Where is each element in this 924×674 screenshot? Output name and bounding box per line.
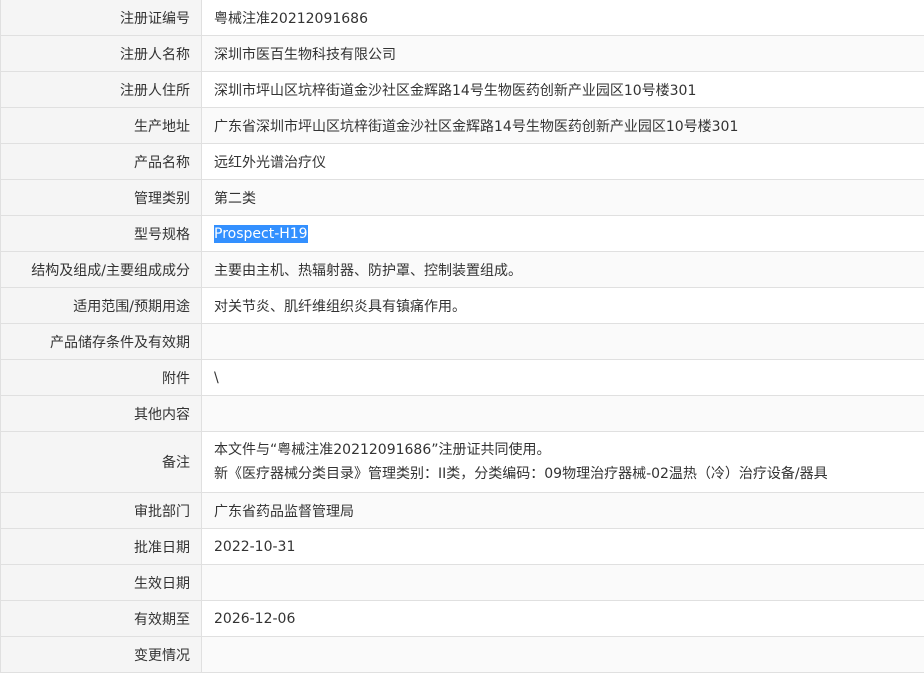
field-label: 注册人名称 <box>0 35 202 72</box>
table-row: 审批部门 广东省药品监督管理局 <box>0 492 924 529</box>
field-label: 适用范围/预期用途 <box>0 287 202 324</box>
field-value: 第二类 <box>201 179 924 216</box>
registration-details-table: 注册证编号 粤械注准20212091686 注册人名称 深圳市医百生物科技有限公司 注册… <box>0 0 924 673</box>
field-label: 生效日期 <box>0 564 202 601</box>
field-label: 附件 <box>0 359 202 396</box>
field-value: 广东省深圳市坪山区坑梓街道金沙社区金辉路14号生物医药创新产业园区10号楼301 <box>201 107 924 144</box>
field-value: \ <box>201 359 924 396</box>
field-label: 注册人住所 <box>0 71 202 108</box>
field-label: 管理类别 <box>0 179 202 216</box>
field-value: 2026-12-06 <box>201 600 924 637</box>
field-label: 产品储存条件及有效期 <box>0 323 202 360</box>
field-value: 主要由主机、热辐射器、防护罩、控制装置组成。 <box>201 251 924 288</box>
field-value: Prospect-H19 <box>201 215 924 252</box>
field-label: 备注 <box>0 431 202 493</box>
field-value: 对关节炎、肌纤维组织炎具有镇痛作用。 <box>201 287 924 324</box>
field-value: 本文件与“粤械注准20212091686”注册证共同使用。新《医疗器械分类目录》… <box>201 431 924 493</box>
table-row: 型号规格 Prospect-H19 <box>0 215 924 252</box>
field-value: 深圳市坪山区坑梓街道金沙社区金辉路14号生物医药创新产业园区10号楼301 <box>201 71 924 108</box>
field-value: 粤械注准20212091686 <box>201 0 924 36</box>
field-label: 生产地址 <box>0 107 202 144</box>
table-row: 备注 本文件与“粤械注准20212091686”注册证共同使用。新《医疗器械分类目… <box>0 431 924 493</box>
table-row: 变更情况 <box>0 636 924 673</box>
table-row: 生产地址 广东省深圳市坪山区坑梓街道金沙社区金辉路14号生物医药创新产业园区10号… <box>0 107 924 144</box>
field-label: 变更情况 <box>0 636 202 673</box>
table-row: 其他内容 <box>0 395 924 432</box>
table-row: 有效期至 2026-12-06 <box>0 600 924 637</box>
field-label: 产品名称 <box>0 143 202 180</box>
field-value <box>201 564 924 601</box>
selected-text[interactable]: Prospect-H19 <box>214 224 308 243</box>
field-value: 广东省药品监督管理局 <box>201 492 924 529</box>
field-value <box>201 395 924 432</box>
field-value: 远红外光谱治疗仪 <box>201 143 924 180</box>
table-row: 适用范围/预期用途 对关节炎、肌纤维组织炎具有镇痛作用。 <box>0 287 924 324</box>
table-row: 产品名称 远红外光谱治疗仪 <box>0 143 924 180</box>
table-row: 产品储存条件及有效期 <box>0 323 924 360</box>
field-value <box>201 323 924 360</box>
remark-line: 本文件与“粤械注准20212091686”注册证共同使用。 <box>214 442 551 458</box>
field-value <box>201 636 924 673</box>
field-label: 注册证编号 <box>0 0 202 36</box>
table-row: 结构及组成/主要组成成分 主要由主机、热辐射器、防护罩、控制装置组成。 <box>0 251 924 288</box>
table-row: 批准日期 2022-10-31 <box>0 528 924 565</box>
table-row: 管理类别 第二类 <box>0 179 924 216</box>
field-label: 型号规格 <box>0 215 202 252</box>
field-value: 2022-10-31 <box>201 528 924 565</box>
field-label: 批准日期 <box>0 528 202 565</box>
remark-line: 新《医疗器械分类目录》管理类别：II类，分类编码：09物理治疗器械-02温热（冷… <box>214 466 828 482</box>
field-label: 有效期至 <box>0 600 202 637</box>
field-label: 结构及组成/主要组成成分 <box>0 251 202 288</box>
table-row: 注册人名称 深圳市医百生物科技有限公司 <box>0 35 924 72</box>
field-label: 审批部门 <box>0 492 202 529</box>
table-row: 注册人住所 深圳市坪山区坑梓街道金沙社区金辉路14号生物医药创新产业园区10号楼3… <box>0 71 924 108</box>
field-label: 其他内容 <box>0 395 202 432</box>
table-row: 生效日期 <box>0 564 924 601</box>
field-value: 深圳市医百生物科技有限公司 <box>201 35 924 72</box>
table-row: 注册证编号 粤械注准20212091686 <box>0 0 924 36</box>
table-row: 附件 \ <box>0 359 924 396</box>
